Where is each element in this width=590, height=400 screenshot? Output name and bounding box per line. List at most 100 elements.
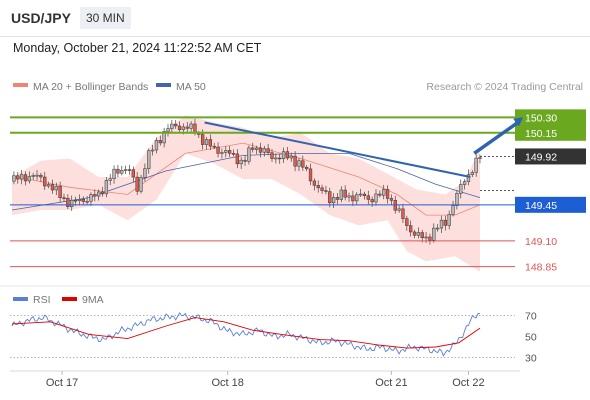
candle-body — [412, 231, 417, 236]
pivot-label: 149.45 — [525, 200, 557, 212]
candle-body — [139, 177, 143, 192]
candle-body — [424, 236, 428, 239]
candle-body — [405, 218, 409, 226]
candle-body — [166, 128, 170, 132]
rsi-tick-label: 70 — [525, 311, 537, 323]
candle-body — [147, 150, 151, 169]
candle-body — [362, 193, 367, 197]
candle-body — [58, 185, 62, 198]
candle-body — [266, 148, 270, 153]
candle-body — [104, 180, 109, 195]
candle-body — [77, 198, 82, 201]
rsi-ma-legend-label: 9MA — [82, 294, 104, 306]
candle-body — [328, 191, 332, 204]
candle-body — [43, 176, 47, 187]
candle-body — [123, 169, 128, 171]
candle-body — [227, 150, 232, 154]
bb-legend-swatch — [13, 83, 28, 87]
candle-body — [312, 180, 317, 186]
candle-body — [397, 208, 401, 211]
price-chart: MA 20 + Bollinger Bands MA 50 Research ©… — [0, 81, 590, 389]
ma50-legend-swatch — [156, 83, 171, 87]
candle-body — [243, 159, 247, 162]
candle-body — [432, 227, 436, 241]
candle-body — [177, 125, 182, 130]
candle-body — [378, 193, 382, 196]
candle-body — [112, 168, 116, 179]
rsi-line — [11, 312, 481, 357]
candle-body — [154, 140, 159, 151]
candle-body — [97, 191, 101, 197]
candle-body — [462, 181, 467, 185]
candle-body — [281, 151, 286, 160]
candle-body — [451, 205, 455, 215]
candle-body — [258, 147, 263, 153]
candle-body — [19, 174, 24, 180]
candle-body — [131, 169, 135, 178]
candle-body — [285, 151, 290, 159]
candle-body — [185, 126, 189, 129]
candle-body — [347, 195, 351, 198]
candle-body — [443, 219, 447, 226]
candle-body — [73, 199, 78, 202]
ma50-legend-label: MA 50 — [176, 81, 206, 93]
candle-body — [351, 195, 355, 202]
candle-body — [143, 168, 147, 178]
candle-body — [54, 185, 58, 191]
resistance-label: 150.30 — [525, 112, 557, 124]
last-price-label: 149.92 — [525, 151, 557, 163]
candle-body — [27, 176, 31, 182]
rsi-plot: 70 50 30 — [10, 311, 537, 365]
candle-body — [470, 172, 474, 175]
candle-body — [127, 169, 132, 171]
candle-body — [335, 197, 340, 200]
candle-body — [66, 197, 70, 207]
rsi-legend-swatch — [13, 297, 28, 301]
candle-body — [316, 185, 320, 189]
resistance-label: 150.15 — [525, 128, 557, 140]
rsi-tick-label: 50 — [525, 332, 537, 344]
candle-body — [170, 123, 174, 129]
candle-body — [247, 147, 251, 162]
candle-body — [308, 168, 313, 182]
candle-body — [81, 198, 85, 202]
candle-body — [474, 157, 478, 173]
candle-body — [409, 225, 413, 233]
candle-body — [331, 197, 336, 204]
candle-body — [89, 194, 93, 202]
candle-body — [416, 232, 421, 236]
candle-body — [50, 184, 55, 191]
candle-body — [374, 193, 378, 203]
credit-text: Research © 2024 Trading Central — [426, 81, 583, 93]
candle-body — [62, 197, 66, 199]
candle-body — [23, 174, 28, 182]
candle-body — [93, 194, 97, 197]
rsi-legend-label: RSI — [33, 294, 51, 306]
candle-body — [297, 160, 301, 167]
candle-body — [389, 198, 394, 201]
bollinger-band — [12, 115, 480, 272]
candle-body — [439, 219, 444, 229]
candle-body — [343, 189, 347, 198]
rsi-tick-label: 30 — [525, 353, 537, 365]
x-axis: Oct 17 Oct 18 Oct 21 Oct 22 — [46, 371, 485, 389]
candle-body — [435, 227, 440, 230]
candle-body — [301, 160, 305, 168]
candle-body — [358, 193, 363, 196]
candle-body — [355, 194, 359, 202]
candle-body — [174, 123, 178, 127]
forecast-arrow-shaft — [473, 120, 520, 155]
candle-body — [382, 189, 386, 196]
candle-body — [235, 153, 239, 165]
rsi-ma-legend-swatch — [62, 297, 77, 301]
candle-body — [189, 123, 193, 129]
candle-body — [208, 139, 213, 147]
candle-body — [12, 175, 16, 182]
candle-body — [158, 140, 162, 144]
candle-body — [193, 123, 197, 134]
candle-body — [289, 155, 293, 159]
candle-body — [339, 189, 343, 200]
candle-body — [181, 126, 186, 130]
candle-body — [251, 147, 255, 150]
candle-body — [70, 199, 74, 207]
